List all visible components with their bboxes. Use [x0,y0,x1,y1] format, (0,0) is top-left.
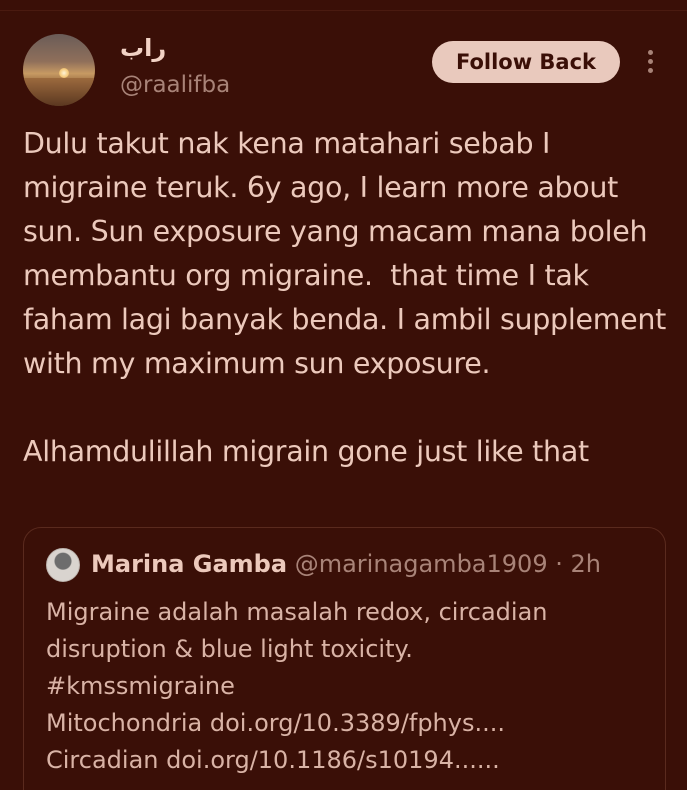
top-divider [0,10,687,11]
avatar-ground [23,78,95,106]
author-handle[interactable]: @raalifba [120,72,230,98]
author-avatar[interactable] [23,34,95,106]
quoted-author-handle: @marinagamba1909 [294,550,548,578]
follow-back-button[interactable]: Follow Back [432,41,620,83]
avatar-sun [59,68,69,78]
author-display-name[interactable]: راب [120,34,166,62]
quoted-separator: · [547,550,571,578]
tweet-page: راب @raalifba Follow Back Dulu takut nak… [0,0,687,790]
quoted-author-avatar [46,548,80,582]
quoted-timestamp: 2h [570,550,601,578]
quoted-tweet-card[interactable]: Marina Gamba @marinagamba1909 · 2h Migra… [23,527,666,790]
quoted-author-name: Marina Gamba [91,550,288,578]
quoted-tweet-text: Migraine adalah masalah redox, circadian… [46,598,548,774]
more-vertical-icon[interactable] [640,50,660,76]
tweet-text: Dulu takut nak kena matahari sebab I mig… [23,127,667,468]
quoted-tweet-header: Marina Gamba @marinagamba1909 · 2h [91,550,601,578]
